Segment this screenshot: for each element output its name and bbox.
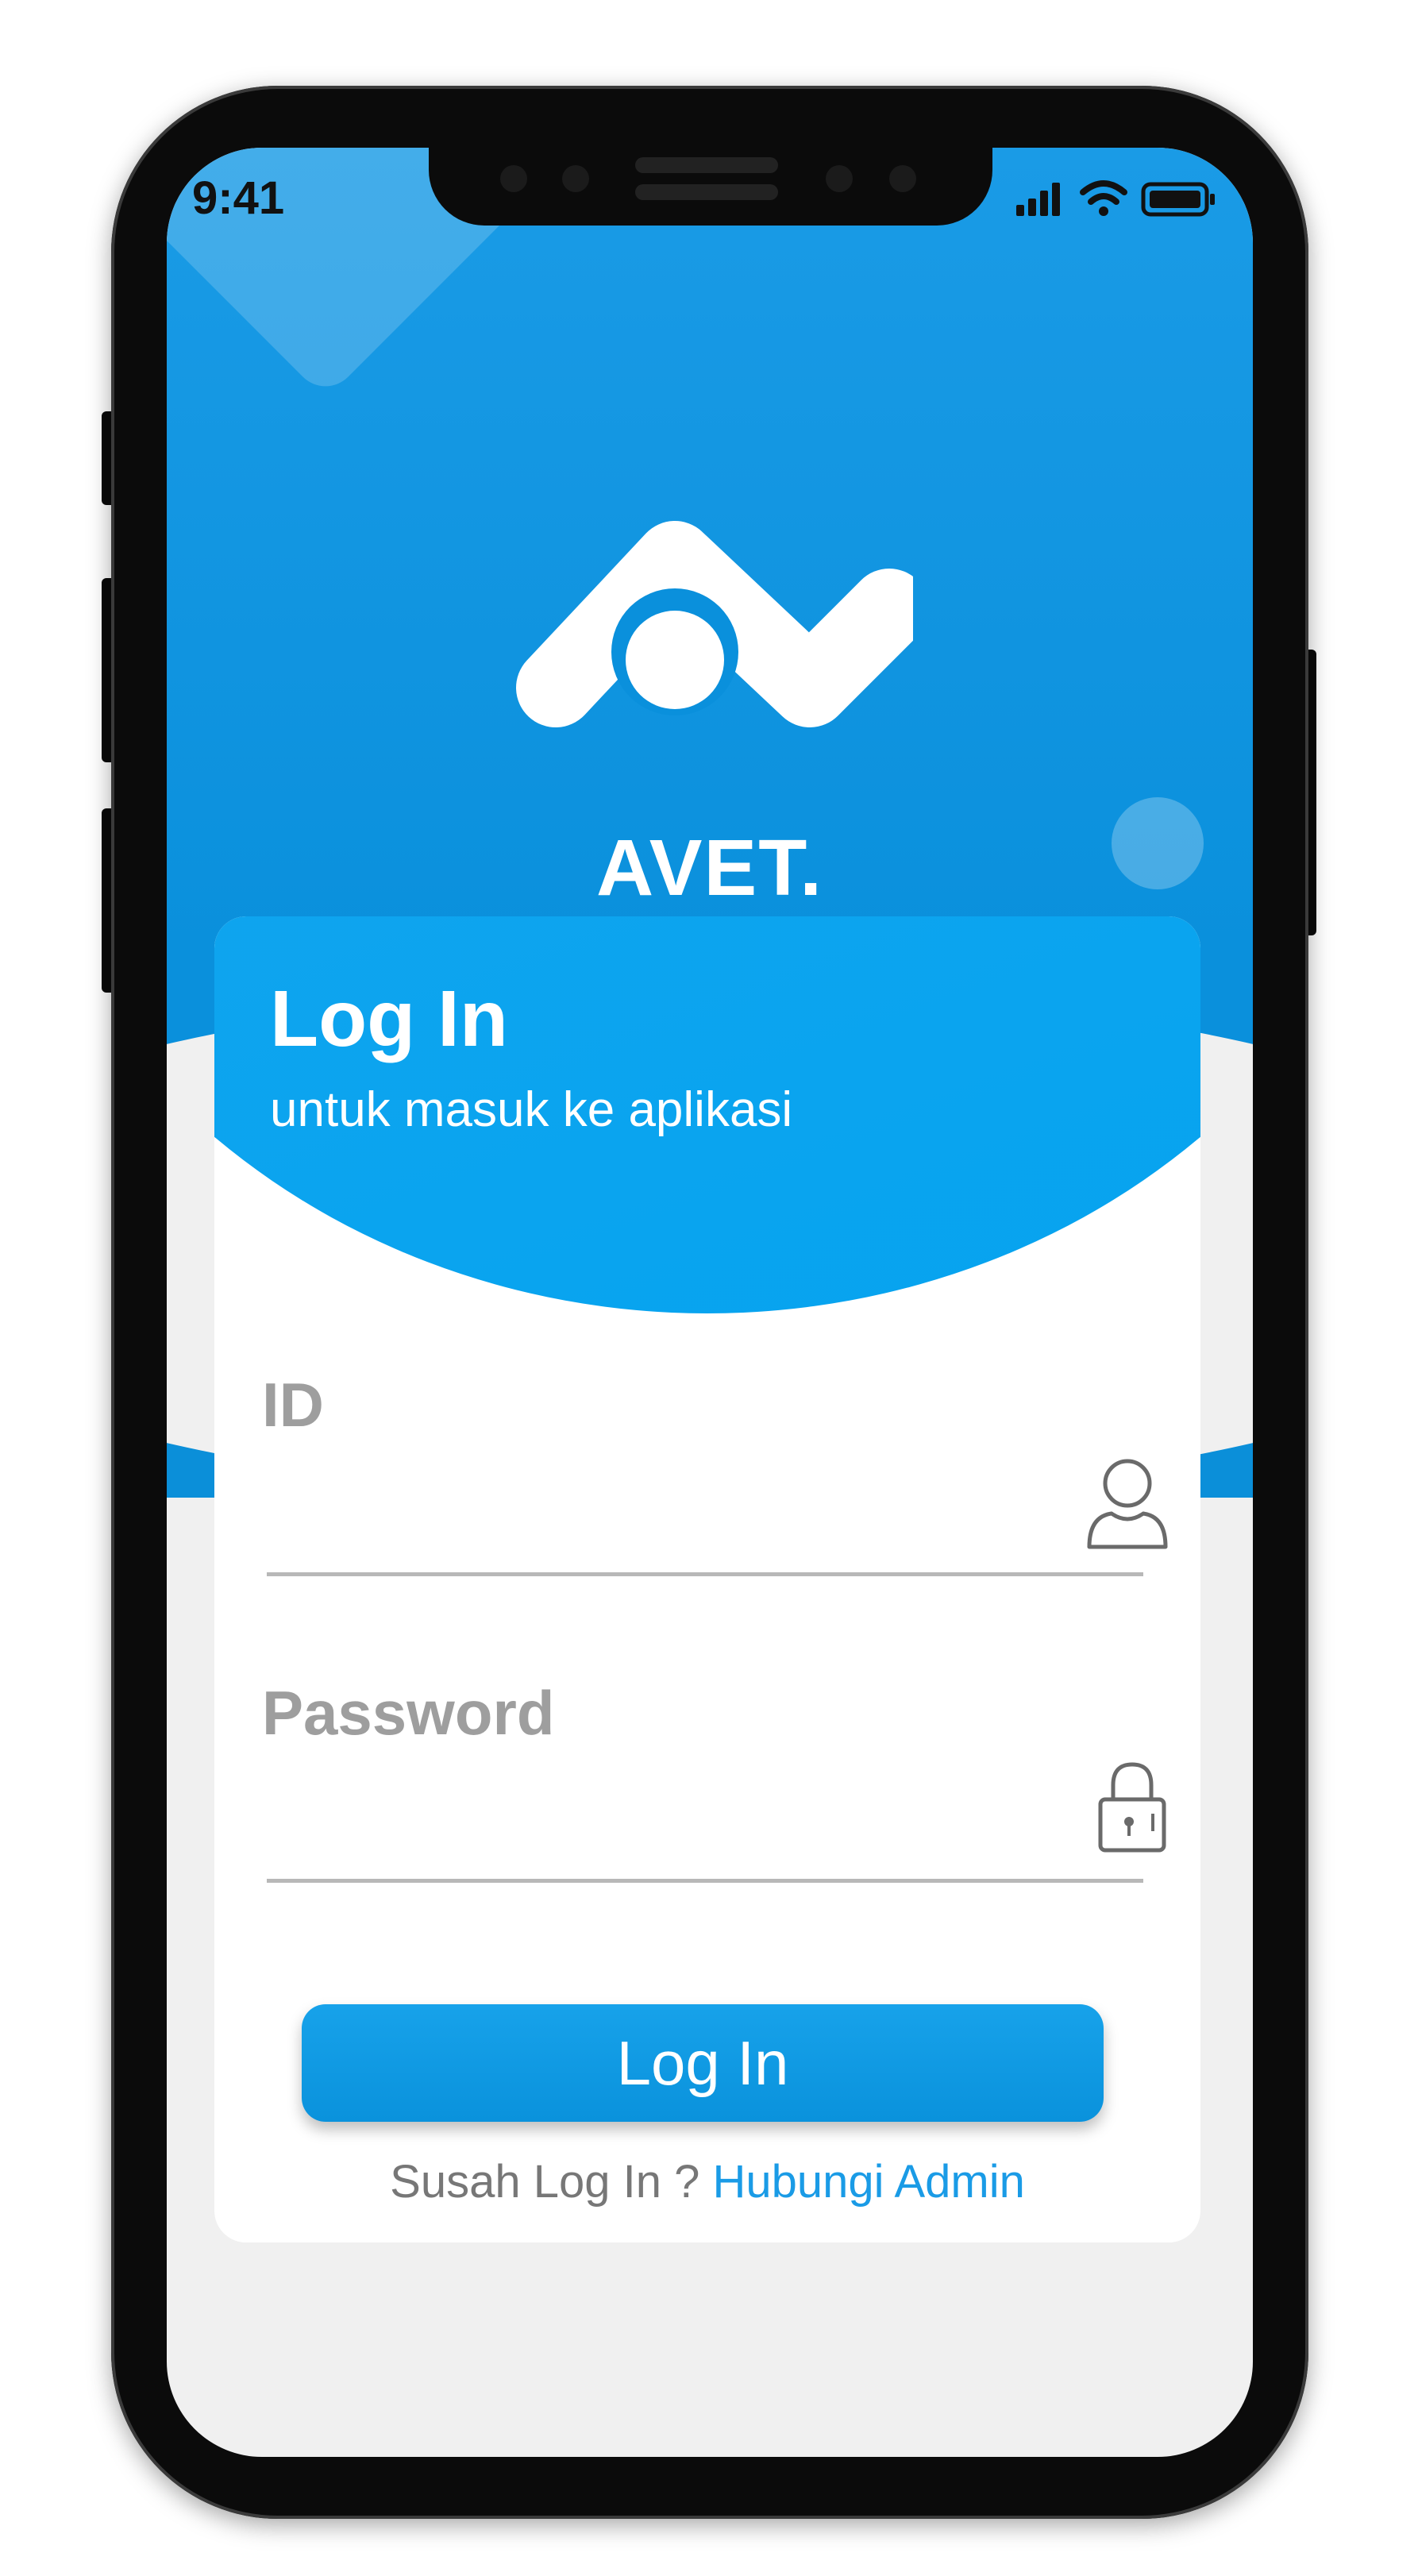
- cellular-signal-icon: [1016, 183, 1060, 216]
- id-underline: [267, 1572, 1143, 1576]
- password-input[interactable]: [267, 1774, 1048, 1847]
- phone-frame: AVET. 9:41 Log In untuk masuk ke aplikas…: [111, 86, 1308, 2519]
- speaker-grille: [635, 184, 778, 200]
- login-title: Log In: [270, 974, 508, 1063]
- phone-screen: AVET. 9:41 Log In untuk masuk ke aplikas…: [167, 148, 1253, 2457]
- contact-admin-link[interactable]: Hubungi Admin: [712, 2156, 1024, 2208]
- login-card-header: Log In untuk masuk ke aplikasi: [214, 916, 1200, 1313]
- camera-icon: [562, 165, 589, 192]
- login-subtitle: untuk masuk ke aplikasi: [270, 1082, 793, 1137]
- speaker-grille: [635, 157, 778, 173]
- lock-icon: [1098, 1762, 1166, 1853]
- id-label: ID: [262, 1370, 324, 1440]
- status-icons: [1016, 180, 1215, 217]
- notch: [429, 148, 992, 226]
- avet-logo-icon: [516, 521, 913, 727]
- login-card: Log In untuk masuk ke aplikasi ID Passwo…: [214, 916, 1200, 2242]
- camera-icon: [889, 165, 916, 192]
- sensor-dot: [826, 165, 853, 192]
- login-button[interactable]: Log In: [302, 2004, 1104, 2122]
- user-icon: [1087, 1459, 1168, 1549]
- password-label: Password: [262, 1678, 555, 1748]
- status-time: 9:41: [192, 172, 285, 224]
- battery-icon: [1141, 182, 1215, 217]
- help-question: Susah Log In ?: [390, 2156, 700, 2208]
- brand-name: AVET.: [596, 823, 823, 912]
- id-input[interactable]: [267, 1472, 1048, 1545]
- sensor-dot: [500, 165, 527, 192]
- password-underline: [267, 1879, 1143, 1883]
- help-text: Susah Log In ? Hubungi Admin: [214, 2155, 1200, 2208]
- wifi-icon: [1080, 180, 1127, 205]
